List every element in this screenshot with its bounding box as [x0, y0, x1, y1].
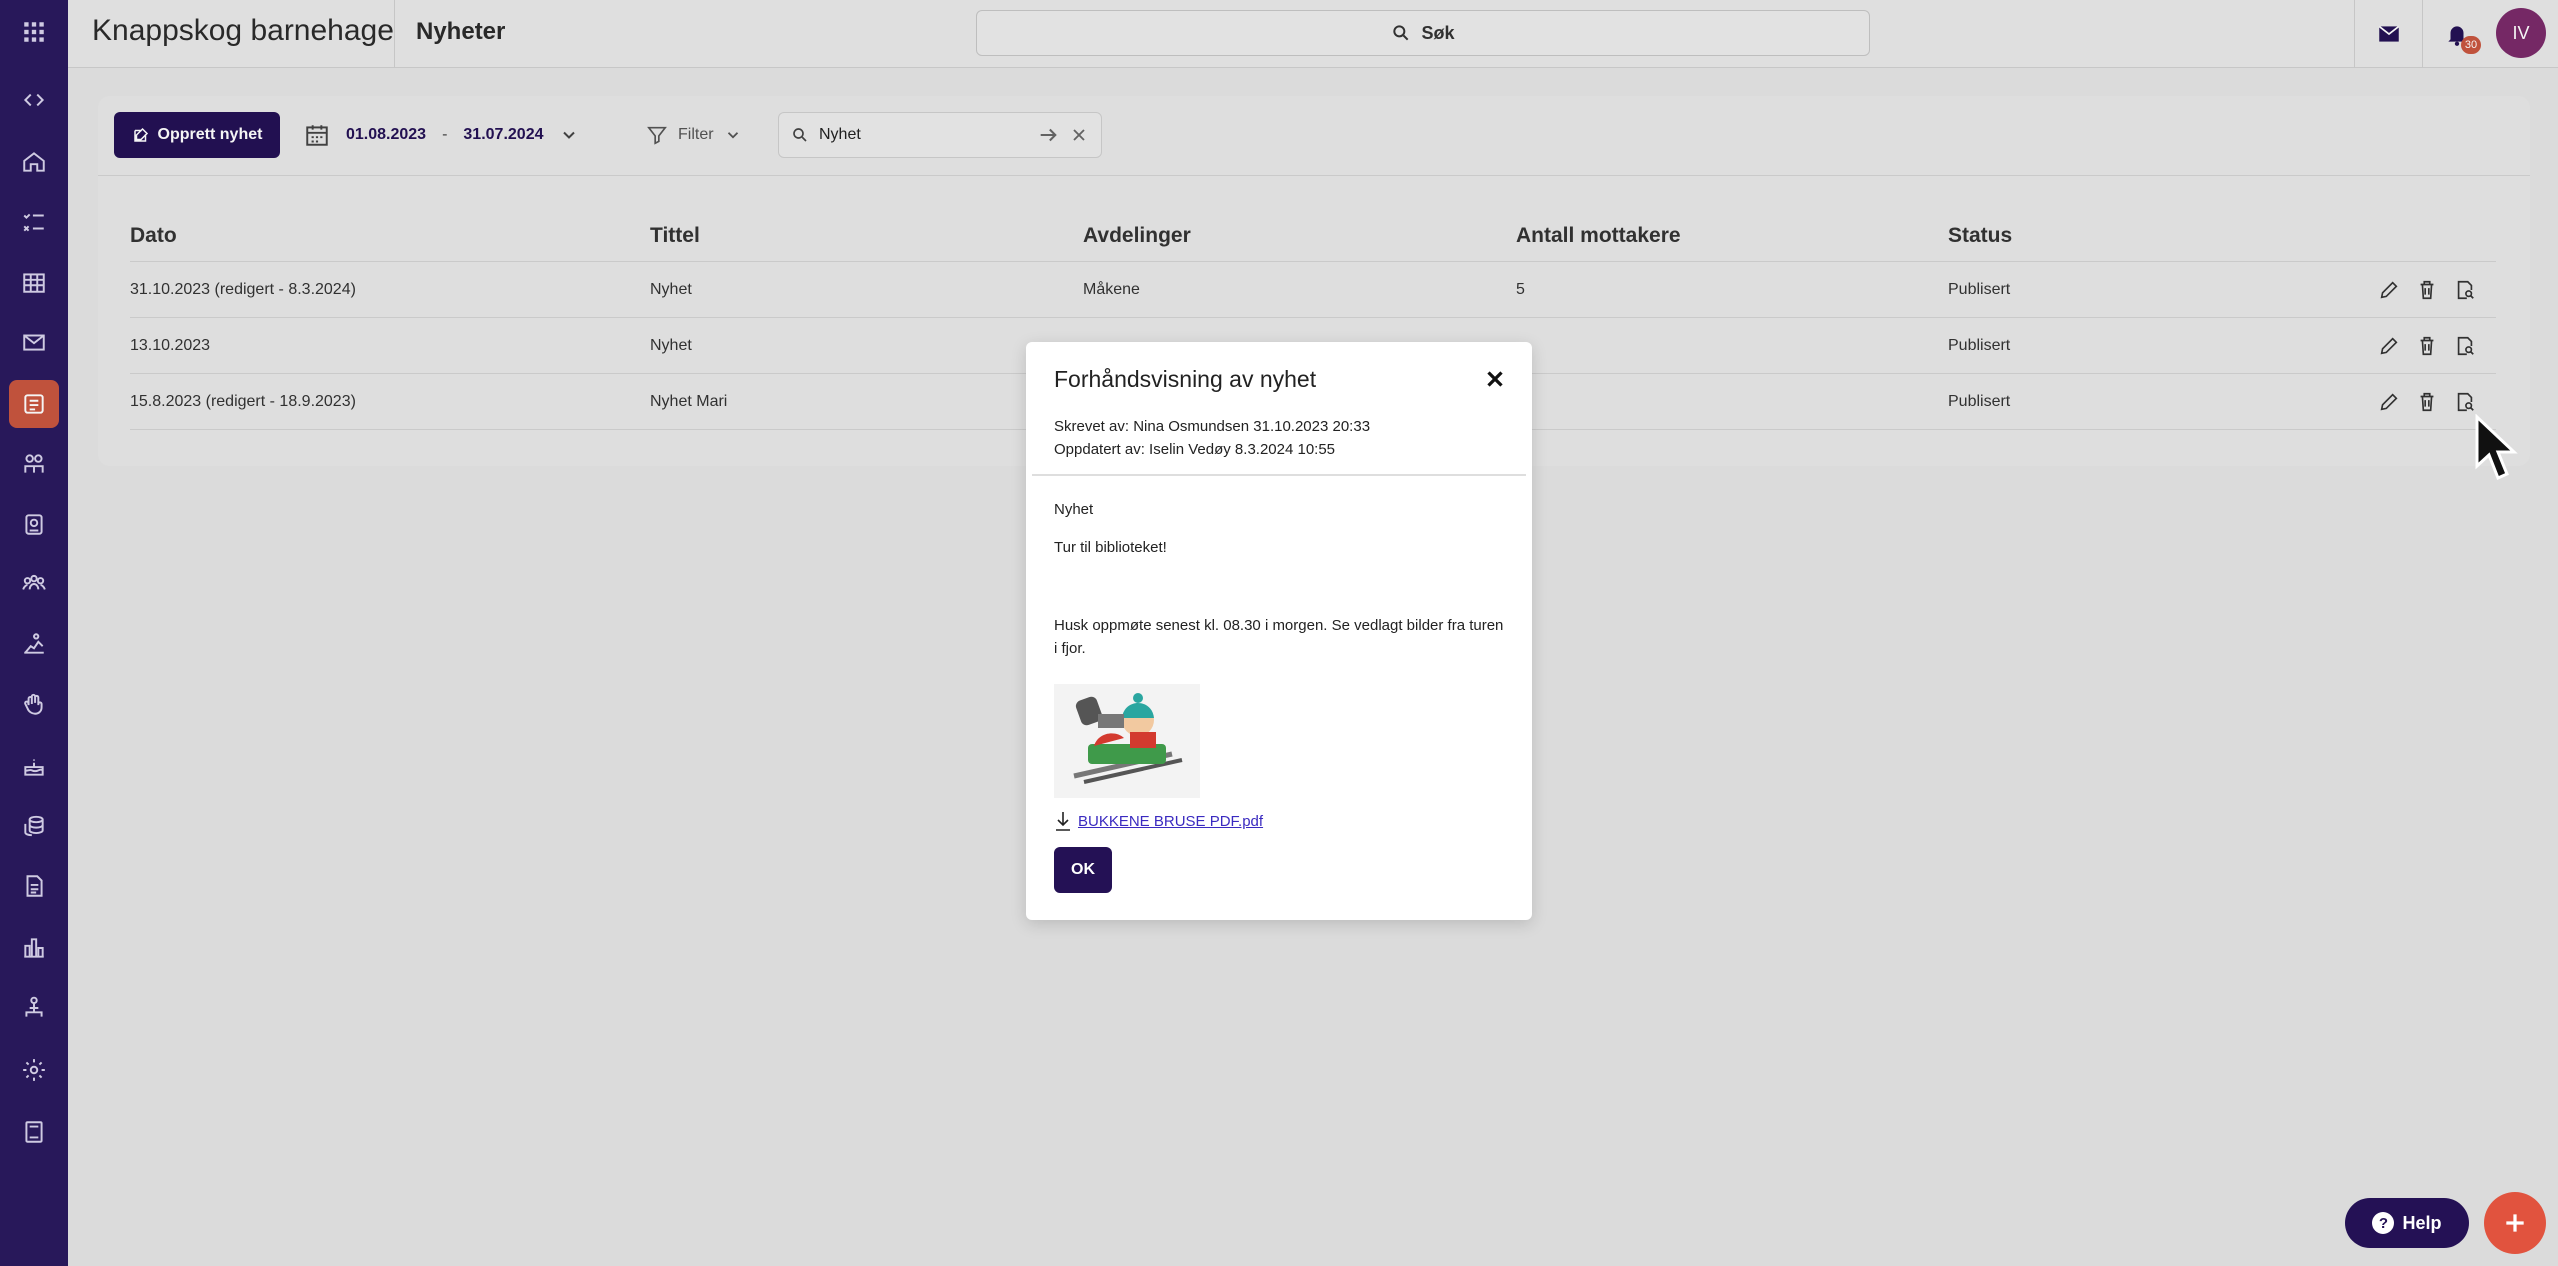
download-icon [1056, 812, 1070, 831]
news-body: Husk oppmøte senest kl. 08.30 i morgen. … [1054, 617, 1504, 657]
help-label: Help [2402, 1212, 2442, 1233]
plus-icon [2506, 1214, 2524, 1232]
attachment-image[interactable] [1054, 684, 1200, 798]
ok-button[interactable]: OK [1054, 847, 1112, 893]
modal-divider [1032, 474, 1526, 476]
modal-title: Forhåndsvisning av nyhet [1054, 366, 1317, 392]
news-subtitle: Tur til biblioteket! [1054, 539, 1167, 556]
help-button[interactable]: ? Help [2345, 1198, 2469, 1248]
news-preview-modal: Forhåndsvisning av nyhet Skrevet av: Nin… [1026, 342, 1532, 920]
attachment-filename[interactable]: BUKKENE BRUSE PDF.pdf [1078, 813, 1263, 830]
written-by: Skrevet av: Nina Osmundsen 31.10.2023 20… [1054, 418, 1371, 435]
mouse-cursor-icon [2475, 414, 2518, 481]
attachment-link[interactable]: BUKKENE BRUSE PDF.pdf [1054, 810, 1263, 832]
add-button[interactable] [2484, 1192, 2546, 1254]
updated-by: Oppdatert av: Iselin Vedøy 8.3.2024 10:5… [1054, 441, 1336, 458]
question-icon: ? [2372, 1212, 2395, 1234]
news-title: Nyhet [1054, 501, 1094, 518]
close-icon[interactable] [1482, 366, 1508, 392]
